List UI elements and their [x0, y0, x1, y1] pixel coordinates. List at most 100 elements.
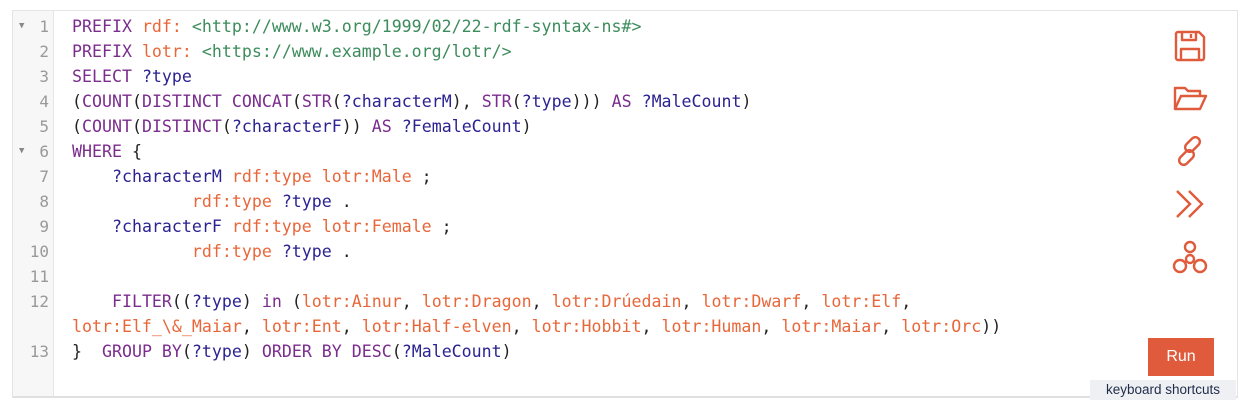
punctuation-token: )	[521, 117, 532, 136]
prefixed-name-token: lotr:Ainur	[301, 292, 402, 311]
uri-token: <https://www.example.org/lotr/>	[201, 42, 512, 61]
keyword-token: COUNT	[82, 92, 132, 111]
variable-token: ?type	[191, 342, 242, 361]
code-row: rdf:type ?type .	[72, 189, 1137, 214]
punctuation-token: ))	[341, 117, 362, 136]
code-row: (COUNT(DISTINCT(?characterF)) AS ?Female…	[72, 114, 1137, 139]
line-number: 5	[39, 117, 49, 136]
code-line[interactable]: 10 rdf:type ?type .	[30, 239, 1137, 264]
code-line[interactable]: 4 (COUNT(DISTINCT CONCAT(STR(?characterM)…	[39, 89, 1137, 114]
code-line[interactable]: 7 ?characterM rdf:type lotr:Male ;	[39, 164, 1137, 189]
code-row: ?characterM rdf:type lotr:Male ;	[72, 164, 1137, 189]
open-folder-icon	[1173, 86, 1208, 111]
expand-button[interactable]	[1172, 186, 1208, 222]
graph-view-button[interactable]	[1172, 239, 1208, 275]
code-row: WHERE {	[72, 139, 1137, 164]
punctuation-token: }	[72, 342, 102, 361]
code-line[interactable]: 12 FILTER((?type) in (lotr:Ainur, lotr:D…	[30, 289, 1137, 339]
keyboard-shortcuts-link[interactable]: keyboard shortcuts	[1090, 380, 1236, 400]
punctuation-token: .	[331, 192, 352, 211]
variable-token: ?characterM	[341, 92, 452, 111]
keyword-token: DISTINCT CONCAT	[141, 92, 292, 111]
variable-token: ?characterF	[111, 217, 232, 236]
punctuation-token	[72, 242, 192, 261]
code-line[interactable]: 3 SELECT ?type	[39, 64, 1137, 89]
keyword-token: AS	[601, 92, 642, 111]
code-line[interactable]: 13} GROUP BY(?type) ORDER BY DESC(?MaleC…	[30, 339, 1137, 364]
share-link-button[interactable]	[1172, 133, 1208, 169]
punctuation-token: )	[741, 92, 752, 111]
code-line[interactable]: 2 PREFIX lotr: <https://www.example.org/l…	[39, 39, 1137, 64]
code-row: rdf:type ?type .	[72, 239, 1137, 264]
code-row: } GROUP BY(?type) ORDER BY DESC(?MaleCou…	[72, 339, 1137, 364]
punctuation-token: ,	[761, 317, 782, 336]
prefixed-name-token: rdf:type lotr:Female	[231, 217, 432, 236]
code-line[interactable]: 1 ▼ PREFIX rdf: <http://www.w3.org/1999/02…	[19, 14, 1137, 39]
punctuation-token: ;	[431, 217, 452, 236]
punctuation-token: )))	[571, 92, 602, 111]
prefixed-name-token: lotr:	[141, 42, 202, 61]
code-line[interactable]: 9 ?characterF rdf:type lotr:Female ;	[39, 214, 1137, 239]
double-chevron-right-icon	[1176, 190, 1204, 218]
keyword-token: PREFIX	[72, 42, 142, 61]
run-button[interactable]: Run	[1148, 338, 1214, 376]
line-number: 4	[39, 92, 49, 111]
prefixed-name-token: lotr:Human	[661, 317, 762, 336]
fold-arrow-icon[interactable]: ▼	[19, 139, 24, 164]
prefixed-name-token: lotr:Maiar	[781, 317, 882, 336]
code-row: SELECT ?type	[72, 64, 1137, 89]
uri-token: <http://www.w3.org/1999/02/22-rdf-syntax…	[191, 17, 642, 36]
prefixed-name-token: lotr:Orc	[901, 317, 982, 336]
open-query-button[interactable]	[1172, 80, 1208, 116]
prefixed-name-token: lotr:Dragon	[421, 292, 532, 311]
keyword-token: AS	[361, 117, 402, 136]
punctuation-token: (	[131, 117, 142, 136]
variable-token: ?type	[521, 92, 572, 111]
punctuation-token	[72, 292, 112, 311]
code-row: PREFIX lotr: <https://www.example.org/lo…	[72, 39, 1137, 64]
punctuation-token: (	[391, 342, 402, 361]
punctuation-token: ))	[981, 317, 1002, 336]
code-line[interactable]: 11	[30, 264, 1137, 289]
line-number: 11	[29, 267, 49, 286]
code-line[interactable]: 6 ▼ WHERE {	[19, 139, 1137, 164]
prefixed-name-token: lotr:Elf_\&_Maiar	[72, 317, 242, 336]
keyword-token: COUNT	[82, 117, 132, 136]
variable-token: ?type	[141, 67, 192, 86]
code-row-wrapped: lotr:Elf_\&_Maiar, lotr:Ent, lotr:Half-e…	[72, 314, 1137, 339]
code-area[interactable]: 1 ▼ PREFIX rdf: <http://www.w3.org/1999/02…	[19, 14, 1137, 364]
punctuation-token: (	[331, 92, 342, 111]
save-icon	[1174, 30, 1206, 62]
variable-token: ?type	[281, 242, 332, 261]
keyword-token: GROUP BY	[101, 342, 182, 361]
code-row: ?characterF rdf:type lotr:Female ;	[72, 214, 1137, 239]
save-button[interactable]	[1172, 28, 1208, 64]
punctuation-token: (	[291, 92, 302, 111]
punctuation-token: ,	[881, 317, 902, 336]
punctuation-token: ((	[171, 292, 192, 311]
prefixed-name-token: rdf:	[141, 17, 192, 36]
punctuation-token: ,	[341, 317, 362, 336]
punctuation-token	[72, 167, 112, 186]
punctuation-token: ;	[411, 167, 432, 186]
code-row	[72, 264, 1137, 289]
code-line[interactable]: 5 (COUNT(DISTINCT(?characterF)) AS ?Femal…	[39, 114, 1137, 139]
punctuation-token: ,	[241, 317, 262, 336]
code-line[interactable]: 8 rdf:type ?type .	[39, 189, 1137, 214]
line-number: 12	[29, 292, 49, 311]
line-number: 3	[39, 67, 49, 86]
line-number: 7	[39, 167, 49, 186]
prefixed-name-token: rdf:type	[191, 192, 282, 211]
punctuation-token: (	[72, 92, 82, 111]
fold-arrow-icon[interactable]: ▼	[19, 14, 24, 39]
prefixed-name-token: rdf:type lotr:Male	[231, 167, 412, 186]
line-number: 10	[29, 242, 49, 261]
keyword-token: PREFIX	[72, 17, 142, 36]
punctuation-token: )	[241, 292, 262, 311]
punctuation-token: ,	[801, 292, 822, 311]
query-editor[interactable]: 1 ▼ PREFIX rdf: <http://www.w3.org/1999/02…	[12, 10, 1238, 398]
variable-token: ?type	[191, 292, 242, 311]
keyword-token: FILTER	[111, 292, 172, 311]
punctuation-token: (	[72, 117, 82, 136]
code-row: FILTER((?type) in (lotr:Ainur, lotr:Drag…	[72, 289, 1137, 314]
